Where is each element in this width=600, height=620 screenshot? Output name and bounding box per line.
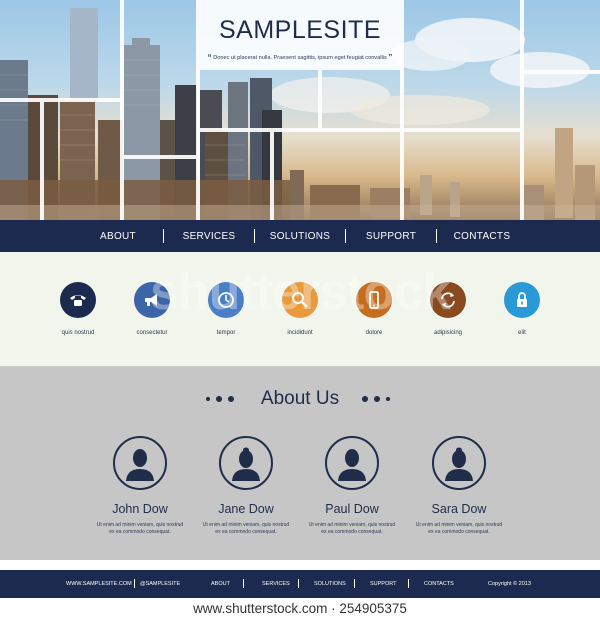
footer: WWW.SAMPLESITE.COM @SAMPLESITE ABOUT SER… — [0, 570, 600, 598]
team-member-name: Sara Dow — [431, 502, 487, 516]
footer-link-support[interactable]: SUPPORT — [370, 581, 397, 587]
avatar-male-icon — [113, 436, 167, 490]
feature-item-elit[interactable]: elit — [485, 282, 559, 336]
refresh-icon — [430, 282, 466, 318]
footer-link-about[interactable]: ABOUT — [211, 581, 230, 587]
avatar-male-icon — [325, 436, 379, 490]
avatar-female-icon — [219, 436, 273, 490]
nav-services[interactable]: SERVICES — [164, 231, 254, 242]
open-quote-icon: “ — [207, 53, 212, 62]
team-member-card[interactable]: Jane Dow Ut enim ad minim veniam, quis n… — [196, 436, 296, 536]
about-section: About Us John Dow Ut enim ad minim venia… — [0, 366, 600, 560]
footer-site-url[interactable]: WWW.SAMPLESITE.COM — [66, 581, 132, 587]
about-title: About Us — [260, 388, 340, 409]
team-member-desc: Ut enim ad minim veniam, quis nostrud ex … — [96, 522, 184, 535]
nav-support[interactable]: SUPPORT — [346, 231, 436, 242]
feature-label: consectetur — [136, 330, 168, 336]
feature-label: incididunt — [287, 330, 313, 336]
section-gap — [0, 560, 600, 570]
team-member-desc: Ut enim ad minim veniam, quis nostrud ex … — [202, 522, 290, 535]
search-icon — [282, 282, 318, 318]
feature-label: adipisicing — [433, 330, 463, 336]
feature-item-quis-nostrud[interactable]: quis nostrud — [41, 282, 115, 336]
team-member-card[interactable]: Paul Dow Ut enim ad minim veniam, quis n… — [302, 436, 402, 536]
footer-copyright: Copyright © 2013 — [488, 581, 531, 587]
team-member-desc: Ut enim ad minim veniam, quis nostrud ex … — [308, 522, 396, 535]
footer-social-handle[interactable]: @SAMPLESITE — [140, 581, 180, 587]
phone-icon — [60, 282, 96, 318]
footer-divider — [354, 579, 355, 588]
feature-label: dolore — [365, 330, 383, 336]
close-quote-icon: ” — [388, 53, 393, 62]
nav-solutions[interactable]: SOLUTIONS — [255, 231, 345, 242]
footer-link-services[interactable]: SERVICES — [262, 581, 290, 587]
clock-icon — [208, 282, 244, 318]
team-member-card[interactable]: Sara Dow Ut enim ad minim veniam, quis n… — [409, 436, 509, 536]
team-member-name: John Dow — [112, 502, 168, 516]
footer-link-solutions[interactable]: SOLUTIONS — [314, 581, 346, 587]
team-member-desc: Ut enim ad minim veniam, quis nostrud ex … — [415, 522, 503, 535]
feature-icons-section: quis nostrud consectetur tempor incididu… — [0, 252, 600, 366]
footer-link-contacts[interactable]: CONTACTS — [424, 581, 454, 587]
team-member-card[interactable]: John Dow Ut enim ad minim veniam, quis n… — [90, 436, 190, 536]
avatar-female-icon — [432, 436, 486, 490]
mobile-icon — [356, 282, 392, 318]
footer-divider — [408, 579, 409, 588]
main-navigation: ABOUT SERVICES SOLUTIONS SUPPORT CONTACT… — [0, 220, 600, 252]
site-logo-title: SAMPLESITE — [219, 16, 381, 44]
footer-divider — [298, 579, 299, 588]
stock-watermark-caption: www.shutterstock.com · 254905375 — [0, 598, 600, 620]
team-member-name: Paul Dow — [325, 502, 379, 516]
feature-item-consectetur[interactable]: consectetur — [115, 282, 189, 336]
nav-contacts[interactable]: CONTACTS — [437, 231, 527, 242]
footer-divider — [134, 579, 135, 588]
feature-item-dolore[interactable]: dolore — [337, 282, 411, 336]
feature-item-adipisicing[interactable]: adipisicing — [411, 282, 485, 336]
footer-divider — [243, 579, 244, 588]
feature-label: tempor — [216, 330, 236, 336]
feature-item-incididunt[interactable]: incididunt — [263, 282, 337, 336]
feature-label: elit — [518, 330, 526, 336]
hero-banner: SAMPLESITE “ Donec ut placerat nulla. Pr… — [0, 0, 600, 220]
hero-tagline: “ Donec ut placerat nulla. Praesent sagi… — [196, 53, 404, 62]
tagline-text: Donec ut placerat nulla. Praesent sagitt… — [213, 55, 387, 61]
megaphone-icon — [134, 282, 170, 318]
nav-about[interactable]: ABOUT — [73, 231, 163, 242]
feature-item-tempor[interactable]: tempor — [189, 282, 263, 336]
team-member-name: Jane Dow — [218, 502, 274, 516]
feature-label: quis nostrud — [61, 330, 95, 336]
decorative-dots-right — [362, 396, 390, 402]
lock-icon — [504, 282, 540, 318]
